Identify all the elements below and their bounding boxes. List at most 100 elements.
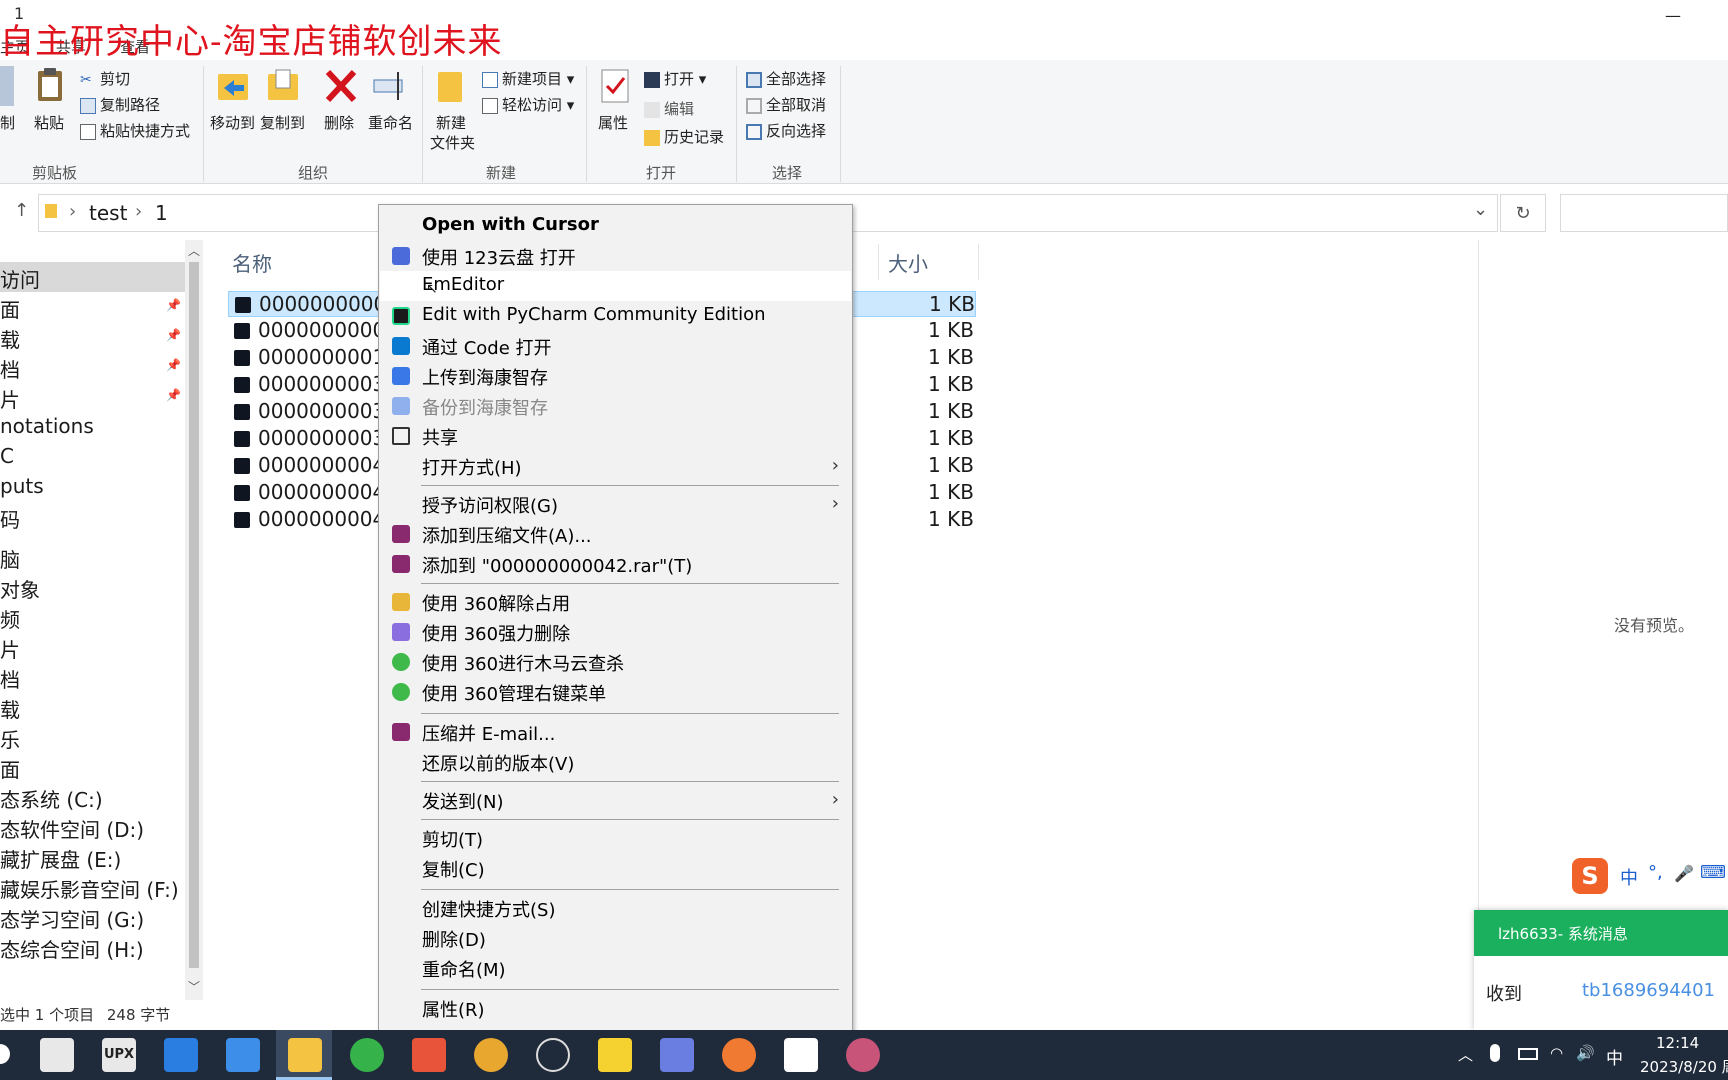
copy-button[interactable]: 制 bbox=[0, 112, 15, 133]
edit-button[interactable]: 编辑 bbox=[644, 98, 694, 119]
purple-app-icon[interactable] bbox=[660, 1038, 694, 1072]
address-dropdown-icon[interactable]: ⌄ bbox=[1473, 199, 1488, 220]
nav-item-3d-objects[interactable]: 对象 bbox=[0, 574, 40, 603]
nav-scrollbar-thumb[interactable] bbox=[189, 262, 199, 968]
menu-item-copy[interactable]: 复制(C) bbox=[380, 853, 851, 883]
tray-volume-icon[interactable]: 🔊 bbox=[1576, 1044, 1595, 1062]
menu-item-emeditor[interactable]: EmEditor ↖ bbox=[380, 271, 851, 301]
menu-item-360-manage[interactable]: 使用 360管理右键菜单 bbox=[380, 677, 851, 707]
menu-item-360-unlock[interactable]: 使用 360解除占用 bbox=[380, 587, 851, 617]
blue-app-icon[interactable] bbox=[164, 1038, 198, 1072]
copy-to-button[interactable]: 复制到 bbox=[260, 112, 305, 133]
pink-app-icon[interactable] bbox=[846, 1038, 880, 1072]
paste-shortcut-button[interactable]: 粘贴快捷方式 bbox=[80, 120, 190, 141]
open-button[interactable]: 打开 ▾ bbox=[644, 68, 706, 89]
copy-path-button[interactable]: 复制路径 bbox=[80, 94, 160, 115]
move-to-button[interactable]: 移动到 bbox=[210, 112, 255, 133]
menu-item-add-to-rar[interactable]: 添加到 "000000000042.rar"(T) bbox=[380, 549, 851, 579]
notepad-icon[interactable] bbox=[40, 1038, 74, 1072]
tray-date[interactable]: 2023/8/20 周 bbox=[1640, 1056, 1728, 1077]
nav-item-pictures[interactable]: 片 bbox=[0, 384, 20, 413]
invert-selection-button[interactable]: 反向选择 bbox=[746, 120, 826, 141]
menu-item-restore-versions[interactable]: 还原以前的版本(V) bbox=[380, 747, 851, 777]
nav-item-drive-e[interactable]: 藏扩展盘 (E:) bbox=[0, 844, 121, 873]
ime-punct-toggle[interactable]: °, bbox=[1648, 862, 1663, 883]
nav-item-videos[interactable]: 频 bbox=[0, 604, 20, 633]
new-folder-label-2[interactable]: 文件夹 bbox=[430, 132, 475, 153]
menu-item-vscode[interactable]: 通过 Code 打开 bbox=[380, 331, 851, 361]
tray-mic-icon[interactable] bbox=[1490, 1044, 1500, 1062]
obs-icon[interactable] bbox=[536, 1038, 570, 1072]
file-explorer-icon[interactable] bbox=[288, 1038, 322, 1072]
breadcrumb-test[interactable]: test bbox=[89, 201, 127, 225]
media-player-icon[interactable] bbox=[722, 1038, 756, 1072]
nav-item-desktop[interactable]: 面 bbox=[0, 294, 20, 323]
menu-item-delete[interactable]: 删除(D) bbox=[380, 923, 851, 953]
nav-item-code[interactable]: 码 bbox=[0, 504, 20, 533]
menu-item-360-scan[interactable]: 使用 360进行木马云查杀 bbox=[380, 647, 851, 677]
book-app-icon[interactable] bbox=[226, 1038, 260, 1072]
nav-item-downloads[interactable]: 载 bbox=[0, 324, 20, 353]
menu-item-cut[interactable]: 剪切(T) bbox=[380, 823, 851, 853]
select-none-button[interactable]: 全部取消 bbox=[746, 94, 826, 115]
new-item-button[interactable]: 新建项目 ▾ bbox=[482, 68, 574, 89]
player-icon[interactable] bbox=[598, 1038, 632, 1072]
menu-item-share[interactable]: 共享 bbox=[380, 421, 851, 451]
up-button[interactable]: ↑ bbox=[14, 200, 29, 221]
menu-item-compress-email[interactable]: 压缩并 E-mail... bbox=[380, 717, 851, 747]
nav-item-outputs[interactable]: puts bbox=[0, 474, 44, 498]
orange-app-icon[interactable] bbox=[474, 1038, 508, 1072]
minimize-button[interactable]: — bbox=[1650, 0, 1696, 30]
nav-item-drive-c[interactable]: 态系统 (C:) bbox=[0, 784, 103, 813]
nav-item-music[interactable]: 乐 bbox=[0, 724, 20, 753]
search-input[interactable] bbox=[1560, 194, 1728, 232]
rename-button[interactable]: 重命名 bbox=[368, 112, 413, 133]
nav-item-this-pc[interactable]: 脑 bbox=[0, 544, 20, 573]
microphone-icon[interactable]: 🎤 bbox=[1674, 864, 1694, 883]
history-button[interactable]: 历史记录 bbox=[644, 126, 724, 147]
menu-item-open-with[interactable]: 打开方式(H) › bbox=[380, 451, 851, 481]
nav-item-drive-f[interactable]: 藏娱乐影音空间 (F:) bbox=[0, 874, 179, 903]
nav-item-documents-pc[interactable]: 档 bbox=[0, 664, 20, 693]
sogou-logo-icon[interactable]: S bbox=[1572, 858, 1608, 894]
menu-item-hik-upload[interactable]: 上传到海康智存 bbox=[380, 361, 851, 391]
tray-battery-icon[interactable] bbox=[1518, 1048, 1538, 1060]
menu-item-123pan[interactable]: 使用 123云盘 打开 bbox=[380, 241, 851, 271]
nav-item-drive-d[interactable]: 态软件空间 (D:) bbox=[0, 814, 144, 843]
nav-item-desktop-pc[interactable]: 面 bbox=[0, 754, 20, 783]
delete-button[interactable]: 删除 bbox=[324, 112, 354, 133]
easy-access-button[interactable]: 轻松访问 ▾ bbox=[482, 94, 574, 115]
menu-item-pycharm[interactable]: Edit with PyCharm Community Edition bbox=[380, 301, 851, 331]
notification-link[interactable]: tb1689694401 bbox=[1582, 980, 1715, 1001]
nav-item-documents[interactable]: 档 bbox=[0, 354, 20, 383]
nav-item-drive-g[interactable]: 态学习空间 (G:) bbox=[0, 904, 144, 933]
nav-item-drive-h[interactable]: 态综合空间 (H:) bbox=[0, 934, 144, 963]
red-app-icon[interactable] bbox=[412, 1038, 446, 1072]
nav-item-quick-access[interactable]: 访问 bbox=[0, 264, 40, 293]
tray-time[interactable]: 12:14 bbox=[1656, 1034, 1699, 1052]
cut-button[interactable]: ✂ 剪切 bbox=[80, 68, 130, 89]
tray-ime-lang[interactable]: 中 bbox=[1606, 1044, 1623, 1069]
paste-button[interactable]: 粘贴 bbox=[34, 112, 64, 133]
column-header-size[interactable]: 大小 bbox=[888, 248, 928, 277]
nav-item-pictures-pc[interactable]: 片 bbox=[0, 634, 20, 663]
menu-item-open-with-cursor[interactable]: Open with Cursor bbox=[380, 211, 851, 241]
start-button[interactable] bbox=[0, 1044, 10, 1064]
menu-item-360-force-delete[interactable]: 使用 360强力删除 bbox=[380, 617, 851, 647]
nav-item-c[interactable]: C bbox=[0, 444, 14, 468]
menu-item-rename[interactable]: 重命名(M) bbox=[380, 953, 851, 983]
new-folder-label-1[interactable]: 新建 bbox=[436, 112, 466, 133]
column-header-name[interactable]: 名称 bbox=[232, 248, 272, 277]
notification-popup[interactable]: lzh6633- 系统消息 收到 tb1689694401 bbox=[1474, 910, 1728, 1030]
browser-360-icon[interactable] bbox=[350, 1038, 384, 1072]
scroll-up-arrow-icon[interactable]: ︿ bbox=[188, 242, 200, 259]
menu-item-send-to[interactable]: 发送到(N) › bbox=[380, 785, 851, 815]
ime-lang-toggle[interactable]: 中 bbox=[1620, 864, 1638, 890]
menu-item-grant-access[interactable]: 授予访问权限(G) › bbox=[380, 489, 851, 519]
select-all-button[interactable]: 全部选择 bbox=[746, 68, 826, 89]
nav-item-downloads-pc[interactable]: 载 bbox=[0, 694, 20, 723]
breadcrumb-1[interactable]: 1 bbox=[155, 201, 168, 225]
scroll-down-arrow-icon[interactable]: ﹀ bbox=[188, 978, 200, 995]
upx-app-icon[interactable]: UPX bbox=[102, 1038, 136, 1072]
tray-chevron-icon[interactable]: ︿ bbox=[1458, 1044, 1473, 1065]
